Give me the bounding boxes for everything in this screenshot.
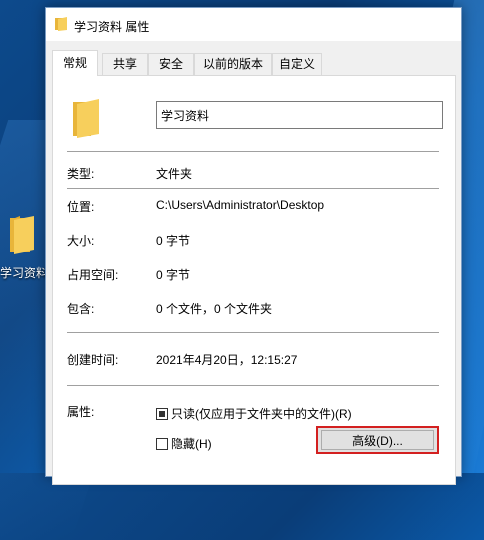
location-label: 位置:	[67, 200, 95, 214]
hidden-checkbox[interactable]: 隐藏(H)	[156, 435, 212, 452]
size-on-disk-label: 占用空间:	[67, 268, 119, 282]
location-value: C:\Users\Administrator\Desktop	[156, 198, 325, 212]
contains-label: 包含:	[67, 302, 95, 316]
general-tab-panel: 类型: 文件夹 位置: C:\Users\Administrator\Deskt…	[52, 75, 456, 485]
attributes-label: 属性:	[67, 405, 95, 419]
checkbox-indeterminate-icon[interactable]	[156, 407, 168, 420]
size-value: 0 字节	[156, 234, 191, 248]
tab-customize[interactable]: 自定义	[272, 53, 322, 75]
folder-name-input[interactable]	[156, 101, 443, 129]
divider	[67, 151, 439, 152]
created-label: 创建时间:	[67, 353, 119, 367]
divider	[67, 188, 439, 189]
folder-icon	[10, 216, 34, 254]
readonly-checkbox-label: 只读(仅应用于文件夹中的文件)(R)	[171, 407, 352, 421]
hidden-checkbox-label: 隐藏(H)	[171, 437, 212, 451]
folder-icon	[55, 17, 67, 31]
tab-previous-versions[interactable]: 以前的版本	[194, 53, 272, 75]
readonly-checkbox[interactable]: 只读(仅应用于文件夹中的文件)(R)	[156, 405, 352, 422]
properties-dialog: 学习资料 属性 常规 共享 安全 以前的版本 自定义 类型: 文件夹 位置: C…	[45, 7, 462, 485]
type-label: 类型:	[67, 167, 95, 181]
checkbox-unchecked-icon[interactable]	[156, 437, 168, 450]
tab-general[interactable]: 常规	[52, 50, 98, 76]
tab-security[interactable]: 安全	[148, 53, 194, 75]
tab-sharing[interactable]: 共享	[102, 53, 148, 75]
desktop-folder-label: 学习资料	[0, 266, 49, 280]
advanced-button[interactable]: 高级(D)...	[316, 426, 439, 454]
created-value: 2021年4月20日，12:15:27	[156, 353, 298, 367]
divider	[67, 332, 439, 333]
window-title: 学习资料 属性	[74, 20, 150, 34]
type-value: 文件夹	[156, 167, 193, 181]
size-on-disk-value: 0 字节	[156, 268, 191, 282]
advanced-button-label: 高级(D)...	[321, 430, 434, 450]
size-label: 大小:	[67, 234, 95, 248]
title-bar[interactable]: 学习资料 属性	[46, 8, 461, 41]
contains-value: 0 个文件，0 个文件夹	[156, 302, 273, 316]
folder-icon	[73, 99, 99, 138]
divider	[67, 385, 439, 386]
